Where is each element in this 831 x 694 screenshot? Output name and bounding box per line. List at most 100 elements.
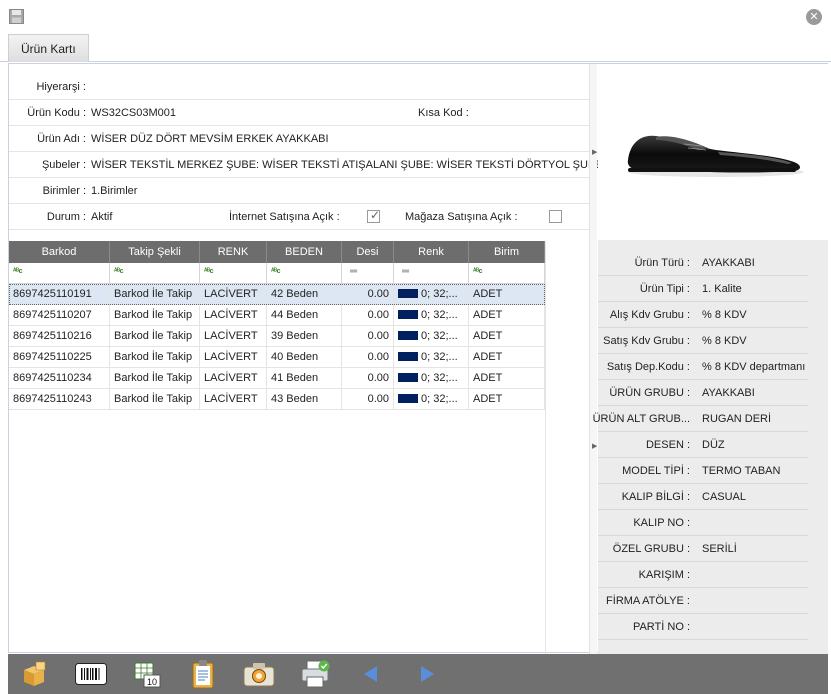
cell-size[interactable]: 43 Beden (267, 389, 342, 409)
cell-size[interactable]: 39 Beden (267, 326, 342, 346)
collapse-arrow-icon[interactable]: ▶ (592, 148, 597, 156)
table-row[interactable]: 8697425110191 Barkod İle Takip LACİVERT 42 … (9, 284, 545, 305)
cell-color-name[interactable]: LACİVERT (200, 347, 267, 367)
barcode-icon[interactable] (74, 658, 108, 690)
cell-unit[interactable]: ADET (469, 347, 545, 367)
property-value[interactable]: DÜZ (702, 432, 725, 458)
clipboard-icon[interactable] (186, 658, 220, 690)
cell-color[interactable]: 0; 32;... (394, 326, 469, 346)
filter-tracking[interactable]: ᴬᴮc (110, 263, 200, 283)
cell-tracking[interactable]: Barkod İle Takip (110, 305, 200, 325)
column-header-size[interactable]: BEDEN (267, 241, 342, 263)
cell-size[interactable]: 42 Beden (267, 284, 342, 304)
column-header-color[interactable]: Renk (394, 241, 469, 263)
cell-barcode[interactable]: 8697425110207 (9, 305, 110, 325)
cell-color-name[interactable]: LACİVERT (200, 368, 267, 388)
cell-unit[interactable]: ADET (469, 326, 545, 346)
collapse-arrow-icon[interactable]: ▶ (592, 442, 597, 450)
cell-desi[interactable]: 0.00 (342, 326, 394, 346)
next-icon[interactable] (410, 658, 444, 690)
internet-sale-label: İnternet Satışına Açık : (229, 211, 340, 223)
tab-product-card[interactable]: Ürün Kartı (8, 34, 89, 62)
cell-color[interactable]: 0; 32;... (394, 368, 469, 388)
cell-desi[interactable]: 0.00 (342, 389, 394, 409)
property-value[interactable]: 1. Kalite (702, 276, 742, 302)
cell-tracking[interactable]: Barkod İle Takip (110, 326, 200, 346)
filter-desi[interactable]: ═ (342, 263, 394, 283)
boxes-icon[interactable] (18, 658, 52, 690)
cell-desi[interactable]: 0.00 (342, 284, 394, 304)
table-row[interactable]: 8697425110207 Barkod İle Takip LACİVERT 44 … (9, 305, 545, 326)
table-row[interactable]: 8697425110225 Barkod İle Takip LACİVERT 40 … (9, 347, 545, 368)
cell-desi[interactable]: 0.00 (342, 347, 394, 367)
cell-color-name[interactable]: LACİVERT (200, 305, 267, 325)
property-value[interactable]: CASUAL (702, 484, 746, 510)
filter-size[interactable]: ᴬᴮc (267, 263, 342, 283)
printer-icon[interactable] (298, 658, 332, 690)
cell-barcode[interactable]: 8697425110225 (9, 347, 110, 367)
cell-barcode[interactable]: 8697425110234 (9, 368, 110, 388)
cell-desi[interactable]: 0.00 (342, 305, 394, 325)
table-row[interactable]: 8697425110234 Barkod İle Takip LACİVERT 41 … (9, 368, 545, 389)
property-value[interactable]: SERİLİ (702, 536, 737, 562)
property-value[interactable]: % 8 KDV departmanı (702, 354, 805, 380)
filter-color-name[interactable]: ᴬᴮc (200, 263, 267, 283)
column-header-color-name[interactable]: RENK (200, 241, 267, 263)
close-button[interactable]: ✕ (806, 9, 822, 25)
filter-unit[interactable]: ᴬᴮc (469, 263, 545, 283)
store-sale-checkbox[interactable] (549, 210, 562, 223)
property-label: Satış Kdv Grubu : (603, 335, 690, 347)
property-value[interactable]: AYAKKABI (702, 250, 755, 276)
cell-unit[interactable]: ADET (469, 389, 545, 409)
cell-unit[interactable]: ADET (469, 368, 545, 388)
internet-sale-checkbox[interactable]: ✓ (367, 208, 380, 223)
cell-color[interactable]: 0; 32;... (394, 347, 469, 367)
status-field[interactable]: Aktif (91, 204, 112, 230)
previous-icon[interactable] (354, 658, 388, 690)
units-field[interactable]: 1.Birimler (91, 178, 137, 204)
cell-tracking[interactable]: Barkod İle Takip (110, 389, 200, 409)
filter-barcode[interactable]: ᴬᴮc (9, 263, 110, 283)
property-value[interactable]: AYAKKABI (702, 380, 755, 406)
column-header-unit[interactable]: Birim (469, 241, 545, 263)
panel-splitter[interactable]: ▶ ▶ (589, 64, 597, 654)
cell-unit[interactable]: ADET (469, 284, 545, 304)
cell-color[interactable]: 0; 32;... (394, 284, 469, 304)
property-label: Ürün Tipi : (639, 283, 690, 295)
product-code-field[interactable]: WS32CS03M001 (91, 100, 176, 126)
cell-color-name[interactable]: LACİVERT (200, 389, 267, 409)
branches-field[interactable]: WİSER TEKSTİL MERKEZ ŞUBE: WİSER TEKSTİ … (91, 152, 603, 178)
property-value[interactable]: TERMO TABAN (702, 458, 780, 484)
cell-color-name[interactable]: LACİVERT (200, 326, 267, 346)
filter-color[interactable]: ═ (394, 263, 469, 283)
table-10-icon[interactable]: 10 (130, 658, 164, 690)
cell-unit[interactable]: ADET (469, 305, 545, 325)
cell-barcode[interactable]: 8697425110191 (9, 284, 110, 304)
cell-size[interactable]: 41 Beden (267, 368, 342, 388)
property-label: ÜRÜN ALT GRUB... (592, 413, 690, 425)
cell-barcode[interactable]: 8697425110216 (9, 326, 110, 346)
column-header-tracking[interactable]: Takip Şekli (110, 241, 200, 263)
property-value[interactable]: % 8 KDV (702, 302, 747, 328)
column-header-desi[interactable]: Desi (342, 241, 394, 263)
camera-icon[interactable] (242, 658, 276, 690)
cell-color[interactable]: 0; 32;... (394, 389, 469, 409)
cell-size[interactable]: 44 Beden (267, 305, 342, 325)
cell-color[interactable]: 0; 32;... (394, 305, 469, 325)
table-row[interactable]: 8697425110243 Barkod İle Takip LACİVERT 43 … (9, 389, 545, 410)
property-row: Ürün Türü : AYAKKABI (598, 250, 808, 276)
cell-size[interactable]: 40 Beden (267, 347, 342, 367)
property-label: KARIŞIM : (638, 569, 690, 581)
cell-tracking[interactable]: Barkod İle Takip (110, 347, 200, 367)
property-value[interactable]: RUGAN DERİ (702, 406, 771, 432)
cell-desi[interactable]: 0.00 (342, 368, 394, 388)
column-header-barcode[interactable]: Barkod (9, 241, 110, 263)
save-icon[interactable] (9, 9, 24, 24)
cell-tracking[interactable]: Barkod İle Takip (110, 284, 200, 304)
cell-tracking[interactable]: Barkod İle Takip (110, 368, 200, 388)
product-name-field[interactable]: WİSER DÜZ DÖRT MEVSİM ERKEK AYAKKABI (91, 126, 329, 152)
table-row[interactable]: 8697425110216 Barkod İle Takip LACİVERT 39 … (9, 326, 545, 347)
property-value[interactable]: % 8 KDV (702, 328, 747, 354)
cell-barcode[interactable]: 8697425110243 (9, 389, 110, 409)
cell-color-name[interactable]: LACİVERT (200, 284, 267, 304)
